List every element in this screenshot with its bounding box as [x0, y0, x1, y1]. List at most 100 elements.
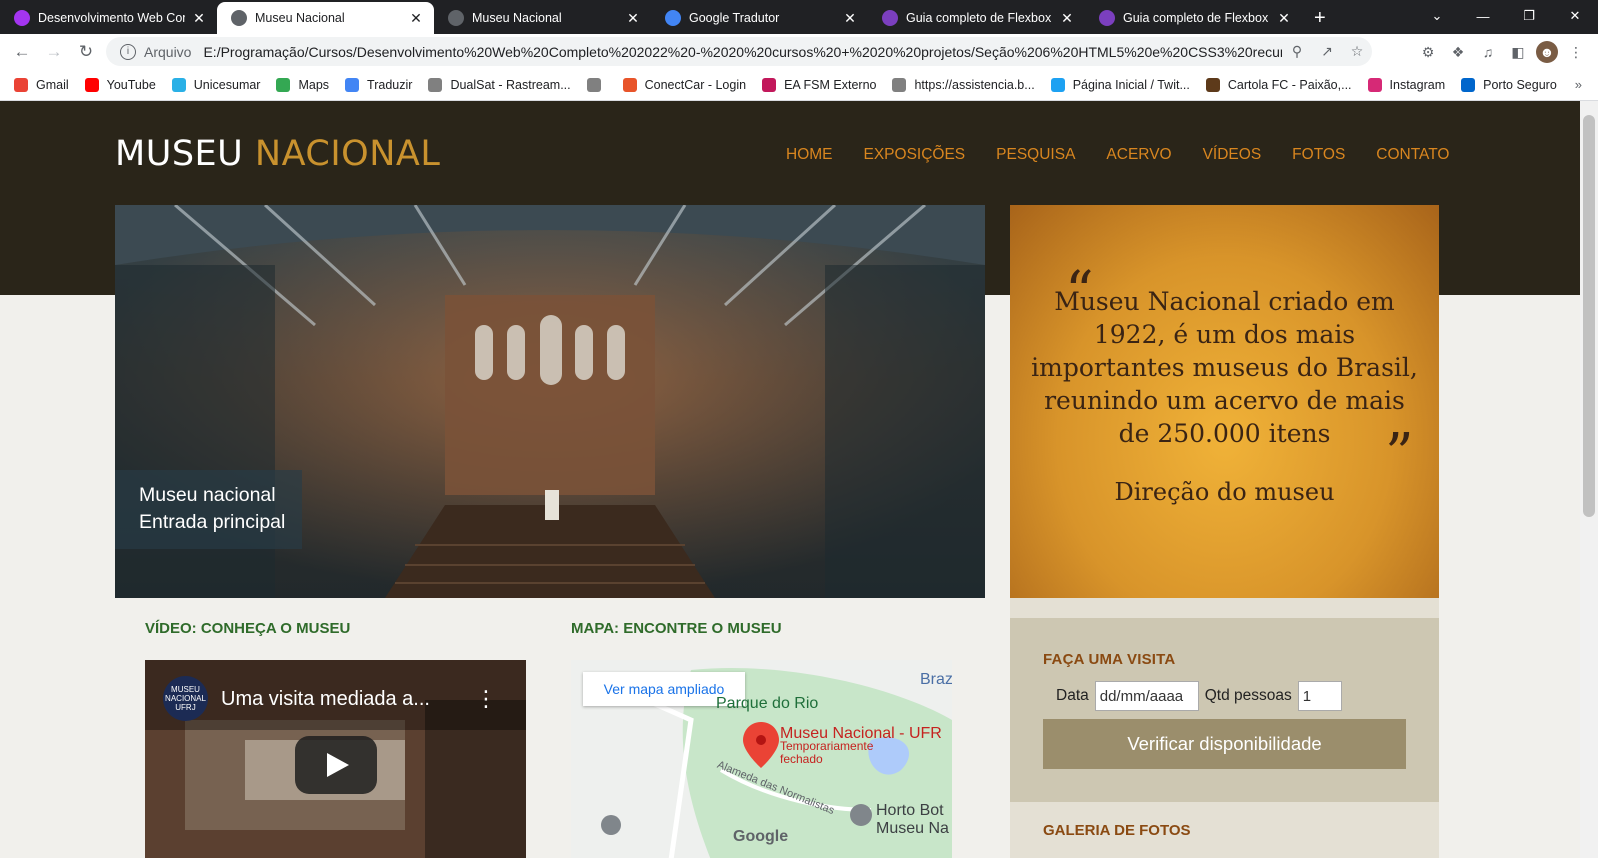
star-icon[interactable]: ☆ — [1342, 43, 1372, 60]
sidebar-spacer — [1010, 598, 1439, 618]
bookmark-item[interactable]: Porto Seguro — [1461, 77, 1557, 92]
bookmark-favicon-icon — [1205, 77, 1220, 92]
bookmark-item[interactable]: YouTube — [84, 77, 156, 92]
menu-item[interactable]: CONTATO — [1376, 146, 1449, 164]
hero-caption-line2: Entrada principal — [139, 511, 286, 533]
bookmark-item[interactable]: Unicesumar — [171, 77, 261, 92]
address-scheme: Arquivo — [144, 43, 192, 60]
web-page: MUSEU NACIONAL HOME EXPOSIÇÕES PESQUISA ACE… — [0, 101, 1580, 858]
forward-icon[interactable]: → — [38, 42, 70, 62]
bookmark-favicon-icon — [428, 77, 443, 92]
tab-favicon-icon — [231, 10, 247, 26]
map-label-status: Temporariamente fechado — [780, 739, 874, 766]
menu-item[interactable]: PESQUISA — [996, 146, 1075, 164]
video-caption[interactable]: Uma visita mediada a... — [221, 688, 430, 711]
close-quote-icon: ” — [1385, 422, 1414, 487]
tab-close-icon[interactable]: ✕ — [408, 10, 424, 27]
info-icon[interactable]: i — [120, 43, 136, 60]
tab-title: Museu Nacional — [472, 11, 562, 25]
site-logo[interactable]: MUSEU NACIONAL — [115, 134, 440, 174]
tab-title: Google Tradutor — [689, 11, 780, 25]
bookmark-label: Unicesumar — [193, 77, 261, 92]
main-menu: HOME EXPOSIÇÕES PESQUISA ACERVO VÍDEOS FOTOS C… — [786, 146, 1480, 164]
menu-item[interactable]: ACERVO — [1106, 146, 1171, 164]
extension-gear-icon[interactable]: ⚙ — [1416, 41, 1440, 63]
bookmark-label: Porto Seguro — [1483, 77, 1557, 92]
browser-tab[interactable]: Guia completo de Flexbox - C ✕ — [1085, 2, 1302, 34]
bookmark-item[interactable]: Maps — [276, 77, 329, 92]
bookmark-favicon-icon — [1461, 77, 1476, 92]
menu-item[interactable]: FOTOS — [1292, 146, 1345, 164]
bookmark-item[interactable]: Página Inicial / Twit... — [1050, 77, 1190, 92]
menu-item[interactable]: HOME — [786, 146, 833, 164]
bookmarks-bar: Gmail YouTube Unicesumar Maps Traduzir DualSa… — [0, 69, 1598, 101]
media-icon[interactable]: ♫ — [1476, 41, 1500, 63]
bookmark-label: Cartola FC - Paixão,... — [1227, 77, 1352, 92]
menu-kebab-icon[interactable]: ⋮ — [1564, 41, 1588, 63]
tab-close-icon[interactable]: ✕ — [625, 10, 641, 27]
bookmark-item[interactable]: Gmail — [14, 77, 69, 92]
close-window-icon[interactable]: ✕ — [1552, 8, 1598, 24]
video-embed[interactable]: MUSEU NACIONAL UFRJ Uma visita mediada a… — [145, 660, 526, 858]
tab-search-icon[interactable]: ⌄ — [1414, 8, 1460, 24]
menu-item[interactable]: EXPOSIÇÕES — [864, 146, 966, 164]
bookmarks-overflow-icon[interactable]: » — [1575, 77, 1582, 92]
date-input[interactable]: dd/mm/aaaa — [1094, 681, 1199, 711]
share-icon[interactable]: ↗ — [1312, 43, 1342, 60]
browser-tab[interactable]: Museu Nacional ✕ — [217, 2, 434, 34]
window-controls: ⌄ — ❐ ✕ — [1414, 0, 1598, 32]
bookmark-item[interactable] — [586, 77, 609, 92]
date-label: Data — [1056, 687, 1089, 704]
gallery-title: GALERIA DE FOTOS — [1043, 822, 1191, 839]
browser-tab[interactable]: Guia completo de Flexbox - C ✕ — [868, 2, 1085, 34]
map-label-horto2: Museu Na — [876, 820, 949, 837]
tab-close-icon[interactable]: ✕ — [842, 10, 858, 27]
tab-title: Guia completo de Flexbox - C — [1123, 11, 1270, 25]
quote-box: “ Museu Nacional criado em 1922, é um do… — [1010, 205, 1439, 598]
menu-item[interactable]: VÍDEOS — [1203, 146, 1262, 164]
address-bar[interactable]: i Arquivo E:/Programação/Cursos/Desenvol… — [106, 37, 1372, 66]
back-icon[interactable]: ← — [6, 42, 38, 62]
reload-icon[interactable]: ↻ — [70, 42, 102, 62]
browser-tab[interactable]: Google Tradutor ✕ — [651, 2, 868, 34]
bookmark-item[interactable]: Traduzir — [345, 77, 412, 92]
sidepanel-icon[interactable]: ◧ — [1506, 41, 1530, 63]
qty-label: Qtd pessoas — [1204, 687, 1292, 704]
extensions-puzzle-icon[interactable]: ❖ — [1446, 41, 1470, 63]
restore-icon[interactable]: ❐ — [1506, 8, 1552, 24]
bookmark-item[interactable]: Instagram — [1367, 77, 1445, 92]
bookmark-item[interactable]: ConectCar - Login — [622, 77, 747, 92]
map-label-horto: Horto Bot — [876, 802, 944, 819]
bookmark-label: Gmail — [36, 77, 69, 92]
bookmark-label: ConectCar - Login — [644, 77, 747, 92]
channel-logo[interactable]: MUSEU NACIONAL UFRJ — [163, 676, 208, 721]
bookmark-label: DualSat - Rastream... — [450, 77, 571, 92]
bookmark-item[interactable]: https://assistencia.b... — [892, 77, 1035, 92]
tab-close-icon[interactable]: ✕ — [1276, 10, 1292, 27]
tab-close-icon[interactable]: ✕ — [191, 10, 207, 27]
new-tab-icon[interactable]: + — [1314, 2, 1326, 34]
bookmark-item[interactable]: DualSat - Rastream... — [428, 77, 571, 92]
minimize-icon[interactable]: — — [1460, 9, 1506, 24]
bookmark-item[interactable]: EA FSM Externo — [762, 77, 876, 92]
check-availability-button[interactable]: Verificar disponibilidade — [1043, 719, 1406, 769]
map-label-braz: Braz — [920, 671, 952, 688]
bookmark-item[interactable]: Cartola FC - Paixão,... — [1205, 77, 1352, 92]
video-menu-icon[interactable]: ⋮ — [475, 686, 497, 712]
scrollbar-thumb[interactable] — [1583, 115, 1595, 517]
browser-tab[interactable]: Desenvolvimento Web Comp ✕ — [0, 2, 217, 34]
tab-title: Desenvolvimento Web Comp — [38, 11, 185, 25]
tab-favicon-icon — [882, 10, 898, 26]
bookmark-favicon-icon — [1367, 77, 1382, 92]
tab-close-icon[interactable]: ✕ — [1059, 10, 1075, 27]
bookmark-favicon-icon — [892, 77, 907, 92]
zoom-icon[interactable]: ⚲ — [1282, 43, 1312, 60]
page-scrollbar[interactable] — [1580, 101, 1598, 858]
profile-avatar[interactable]: ☻ — [1536, 41, 1558, 63]
tab-title: Museu Nacional — [255, 11, 345, 25]
play-icon[interactable] — [295, 736, 377, 794]
qty-input[interactable]: 1 — [1297, 681, 1342, 711]
address-url[interactable]: E:/Programação/Cursos/Desenvolvimento%20… — [203, 44, 1282, 60]
browser-tab[interactable]: Museu Nacional ✕ — [434, 2, 651, 34]
map-embed[interactable]: Ver mapa ampliado Parque do Rio Braz Mus… — [571, 660, 952, 858]
